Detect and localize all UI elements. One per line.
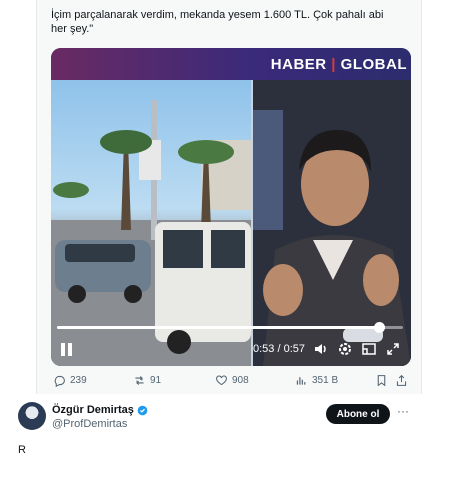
like-count: 908 xyxy=(232,374,249,386)
channel-banner: HABER | GLOBAL xyxy=(51,48,411,80)
reply-button[interactable]: 239 xyxy=(53,372,87,388)
video-player[interactable]: HABER | GLOBAL 0:53 / 0:57 xyxy=(51,48,411,366)
views-chart-icon xyxy=(296,376,306,385)
brand-separator: | xyxy=(326,56,341,73)
pip-icon[interactable] xyxy=(361,341,377,357)
fullscreen-icon[interactable] xyxy=(385,341,401,357)
settings-icon[interactable] xyxy=(337,341,353,357)
pause-bar-right xyxy=(68,343,72,356)
repost-button[interactable]: 91 xyxy=(133,372,161,388)
brand-right: GLOBAL xyxy=(340,56,407,73)
video-frame-street xyxy=(51,80,251,366)
bookmark-button[interactable] xyxy=(375,372,388,388)
quoted-tweet-card[interactable]: İçim parçalanarak verdim, mekanda yesem … xyxy=(36,0,422,394)
video-frame-studio xyxy=(253,80,411,366)
share-button[interactable] xyxy=(395,372,408,388)
author-handle[interactable]: @ProfDemirtas xyxy=(52,418,127,430)
reply-count: 239 xyxy=(70,374,87,386)
bookmark-icon xyxy=(377,374,386,386)
views-count: 351 B xyxy=(312,374,339,386)
tweet-text: İçim parçalanarak verdim, mekanda yesem … xyxy=(51,9,384,35)
brand-left: HABER xyxy=(270,56,327,73)
author-name: Özgür Demirtaş xyxy=(52,404,134,416)
pause-icon[interactable] xyxy=(61,343,73,356)
more-options-icon[interactable]: ··· xyxy=(396,405,410,420)
volume-icon[interactable] xyxy=(313,341,329,357)
video-time: 0:53 / 0:57 xyxy=(253,343,305,355)
video-controls: 0:53 / 0:57 xyxy=(51,338,411,362)
video-progress-knob[interactable] xyxy=(373,322,385,333)
author-name-row[interactable]: Özgür Demirtaş xyxy=(52,404,148,416)
tweet-action-bar: 239 91 908 351 B xyxy=(51,372,411,388)
street-illustration xyxy=(51,100,251,366)
video-progress-fill xyxy=(57,326,379,329)
share-icon xyxy=(396,374,407,386)
video-progress-bar[interactable] xyxy=(57,322,403,333)
reply-text: R xyxy=(18,444,26,456)
repost-icon xyxy=(135,375,144,385)
reply-icon xyxy=(54,375,65,387)
subscribe-button[interactable]: Abone ol xyxy=(326,404,390,424)
like-button[interactable]: 908 xyxy=(215,372,249,388)
verified-badge-icon xyxy=(137,405,148,415)
author-header: Özgür Demirtaş @ProfDemirtas Abone ol ··… xyxy=(14,402,414,436)
repost-count: 91 xyxy=(150,374,162,386)
studio-illustration xyxy=(253,80,411,366)
channel-logo: HABER | GLOBAL xyxy=(271,56,407,73)
heart-icon xyxy=(216,375,227,385)
views-button[interactable]: 351 B xyxy=(295,372,338,388)
pause-bar-left xyxy=(61,343,65,356)
avatar[interactable] xyxy=(18,402,46,430)
